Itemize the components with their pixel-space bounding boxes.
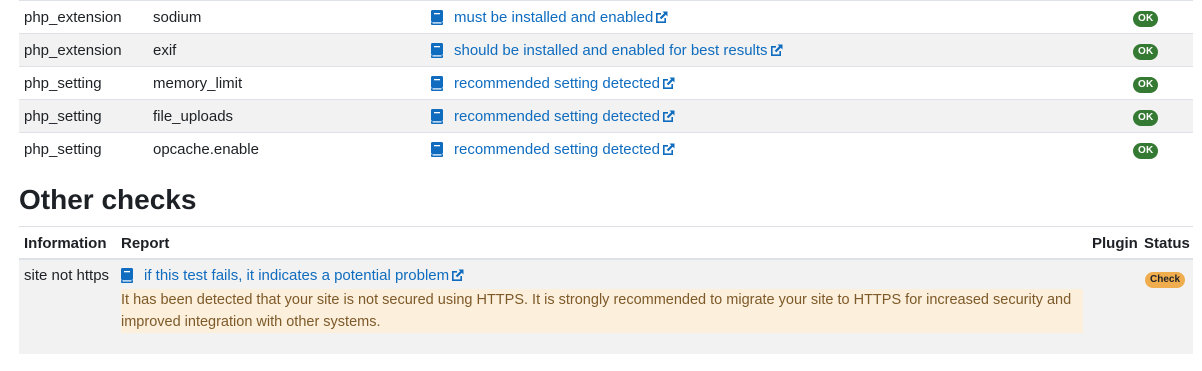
- table-header: Information Report Plugin Status: [19, 226, 1193, 260]
- column-header-plugin: Plugin: [1092, 235, 1138, 252]
- table-row: php_setting opcache.enable recommended s…: [19, 132, 1193, 165]
- external-link-icon: [654, 10, 669, 25]
- column-header-information: Information: [24, 235, 107, 252]
- table-row: php_setting file_uploads recommended set…: [19, 99, 1193, 132]
- check-information: site not https: [24, 267, 110, 284]
- external-link-icon: [661, 142, 676, 157]
- report-link-text: recommended setting detected: [454, 107, 660, 125]
- check-name: exif: [153, 41, 177, 59]
- status-badge: OK: [1133, 8, 1159, 27]
- ok-badge: OK: [1133, 43, 1159, 60]
- ok-badge: OK: [1133, 109, 1159, 126]
- other-checks-table: Information Report Plugin Status site no…: [19, 226, 1193, 354]
- check-name: opcache.enable: [153, 140, 259, 158]
- status-badge: Check: [1145, 269, 1186, 288]
- ok-badge: OK: [1133, 76, 1159, 93]
- report-cell: must be installed and enabled: [431, 9, 669, 26]
- report-link[interactable]: recommended setting detected: [454, 141, 676, 158]
- report-link-text: recommended setting detected: [454, 140, 660, 158]
- book-icon: [431, 75, 443, 91]
- check-type: php_setting: [24, 107, 102, 125]
- check-type: php_setting: [24, 140, 102, 158]
- table-row: site not https if this test fails, it in…: [19, 260, 1193, 354]
- report-link[interactable]: must be installed and enabled: [454, 9, 669, 26]
- warning-message: It has been detected that your site is n…: [121, 289, 1083, 333]
- book-icon: [431, 42, 443, 58]
- status-badge: OK: [1133, 140, 1159, 159]
- page: php_extension sodium must be installed a…: [0, 0, 1202, 371]
- column-header-report: Report: [121, 235, 170, 252]
- check-type: php_setting: [24, 74, 102, 92]
- report-cell: if this test fails, it indicates a poten…: [121, 267, 465, 284]
- check-name: memory_limit: [153, 74, 243, 92]
- report-link[interactable]: if this test fails, it indicates a poten…: [144, 267, 465, 284]
- report-cell: recommended setting detected: [431, 141, 676, 158]
- external-link-icon: [661, 76, 676, 91]
- other-checks-heading: Other checks: [19, 184, 197, 215]
- environment-table: php_extension sodium must be installed a…: [19, 0, 1193, 165]
- book-icon: [121, 268, 133, 283]
- ok-badge: OK: [1133, 10, 1159, 27]
- report-cell: should be installed and enabled for best…: [431, 42, 784, 59]
- check-name: sodium: [153, 8, 202, 26]
- external-link-icon: [661, 109, 676, 124]
- table-row: php_setting memory_limit recommended set…: [19, 66, 1193, 99]
- report-link-text: if this test fails, it indicates a poten…: [144, 267, 450, 284]
- report-link-text: recommended setting detected: [454, 74, 660, 92]
- table-row: php_extension sodium must be installed a…: [19, 0, 1193, 33]
- column-header-status: Status: [1144, 235, 1190, 252]
- table-row: php_extension exif should be installed a…: [19, 33, 1193, 66]
- report-link[interactable]: recommended setting detected: [454, 108, 676, 125]
- external-link-icon: [769, 43, 784, 58]
- book-icon: [431, 108, 443, 124]
- check-type: php_extension: [24, 8, 122, 26]
- book-icon: [431, 141, 443, 157]
- check-type: php_extension: [24, 41, 122, 59]
- ok-badge: OK: [1133, 142, 1159, 159]
- status-badge: OK: [1133, 107, 1159, 126]
- check-name: file_uploads: [153, 107, 234, 125]
- report-link[interactable]: recommended setting detected: [454, 75, 676, 92]
- book-icon: [431, 9, 443, 25]
- report-link-text: should be installed and enabled for best…: [454, 41, 768, 59]
- report-cell: recommended setting detected: [431, 108, 676, 125]
- check-badge: Check: [1145, 272, 1186, 288]
- report-link-text: must be installed and enabled: [454, 8, 654, 26]
- report-link[interactable]: should be installed and enabled for best…: [454, 42, 784, 59]
- report-cell: recommended setting detected: [431, 75, 676, 92]
- status-badge: OK: [1133, 41, 1159, 60]
- external-link-icon: [450, 268, 465, 283]
- status-badge: OK: [1133, 74, 1159, 93]
